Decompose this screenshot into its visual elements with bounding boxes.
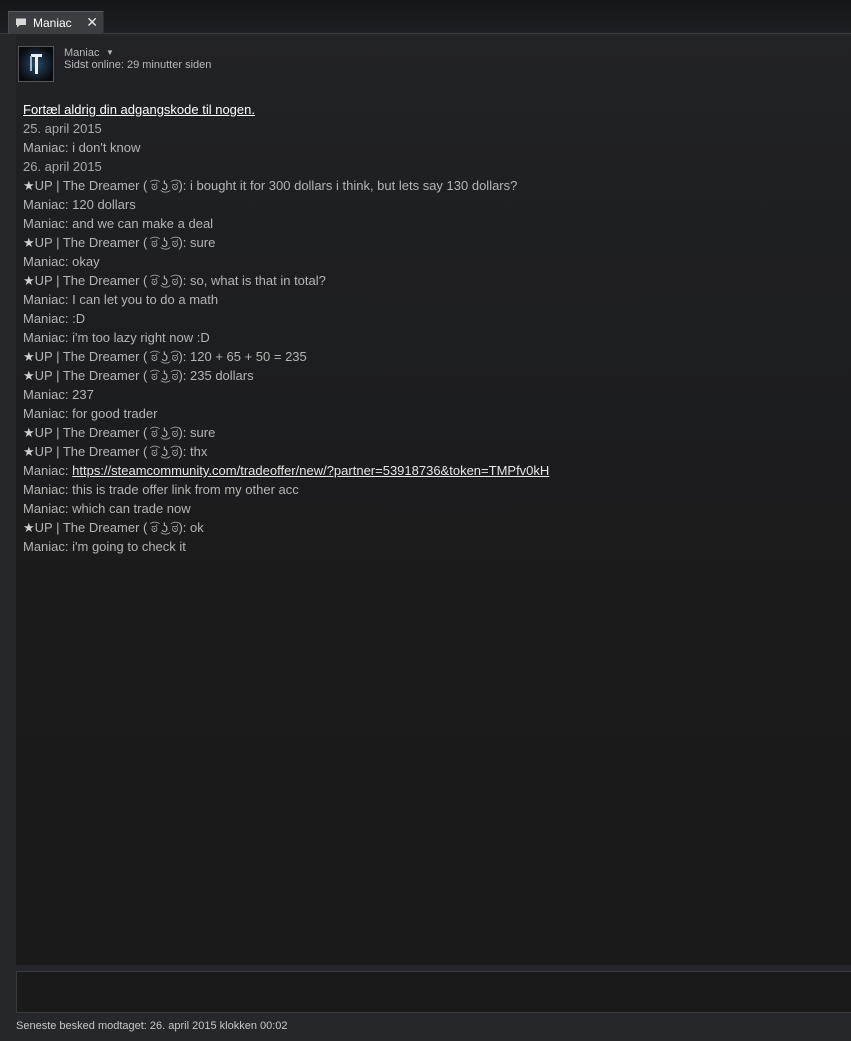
chat-message: Maniac: 120 dollars xyxy=(23,197,136,212)
chat-message: Maniac: and we can make a deal xyxy=(23,216,214,231)
star-icon: ★ xyxy=(23,368,35,383)
chat-message: Maniac: okay xyxy=(23,254,100,269)
chat-message: Maniac: which can trade now xyxy=(23,501,191,516)
friend-status: Sidst online: 29 minutter siden xyxy=(64,59,212,71)
chat-window: Maniac ✕ Maniac ▼ Sidst online: 29 minut… xyxy=(0,0,851,1041)
chat-message: ★UP | The Dreamer ( ͡ಠ ͜ʖ ͡ಠ): thx xyxy=(23,444,208,459)
chat-message: ★UP | The Dreamer ( ͡ಠ ͜ʖ ͡ಠ): i bought … xyxy=(23,178,518,193)
security-warning: Fortæl aldrig din adgangskode til nogen. xyxy=(23,102,255,117)
star-icon: ★ xyxy=(23,425,35,440)
chat-message: Maniac: this is trade offer link from my… xyxy=(23,482,299,497)
chat-message: Maniac: 237 xyxy=(23,387,94,402)
star-icon: ★ xyxy=(23,273,35,288)
chevron-down-icon[interactable]: ▼ xyxy=(106,48,114,57)
close-icon[interactable]: ✕ xyxy=(86,14,98,31)
trade-offer-link[interactable]: https://steamcommunity.com/tradeoffer/ne… xyxy=(72,463,549,478)
star-icon: ★ xyxy=(23,349,35,364)
chat-log: Fortæl aldrig din adgangskode til nogen.… xyxy=(23,100,833,556)
chat-message: ★UP | The Dreamer ( ͡ಠ ͜ʖ ͡ಠ): 235 dolla… xyxy=(23,368,254,383)
chat-message: ★UP | The Dreamer ( ͡ಠ ͜ʖ ͡ಠ): sure xyxy=(23,235,216,250)
date-divider: 26. april 2015 xyxy=(23,159,102,174)
chat-message: Maniac: I can let you to do a math xyxy=(23,292,219,307)
chat-message: Maniac: i don't know xyxy=(23,140,141,155)
tab-underline xyxy=(0,33,851,34)
chat-bubble-icon xyxy=(15,17,27,29)
date-divider: 25. april 2015 xyxy=(23,121,102,136)
friend-name[interactable]: Maniac xyxy=(64,47,99,59)
star-icon: ★ xyxy=(23,178,35,193)
chat-message: Maniac: i'm too lazy right now :D xyxy=(23,330,210,345)
star-icon: ★ xyxy=(23,520,35,535)
chat-message: Maniac: i'm going to check it xyxy=(23,539,186,554)
tab-maniac[interactable]: Maniac ✕ xyxy=(8,11,104,34)
chat-message: ★UP | The Dreamer ( ͡ಠ ͜ʖ ͡ಠ): sure xyxy=(23,425,216,440)
star-icon: ★ xyxy=(23,444,35,459)
chat-message: Maniac: https://steamcommunity.com/trade… xyxy=(23,463,550,478)
chat-message: ★UP | The Dreamer ( ͡ಠ ͜ʖ ͡ಠ): 120 + 65 … xyxy=(23,349,307,364)
chat-message: Maniac: :D xyxy=(23,311,86,326)
tab-bar: Maniac ✕ xyxy=(0,0,851,34)
chat-message: ★UP | The Dreamer ( ͡ಠ ͜ʖ ͡ಠ): ok xyxy=(23,520,204,535)
chat-message: ★UP | The Dreamer ( ͡ಠ ͜ʖ ͡ಠ): so, what … xyxy=(23,273,326,288)
star-icon: ★ xyxy=(23,235,35,250)
tab-label: Maniac xyxy=(33,16,72,30)
chat-message: Maniac: for good trader xyxy=(23,406,158,421)
last-message-status: Seneste besked modtaget: 26. april 2015 … xyxy=(16,1020,288,1032)
message-input[interactable] xyxy=(16,971,851,1013)
avatar-icon[interactable] xyxy=(18,46,54,82)
